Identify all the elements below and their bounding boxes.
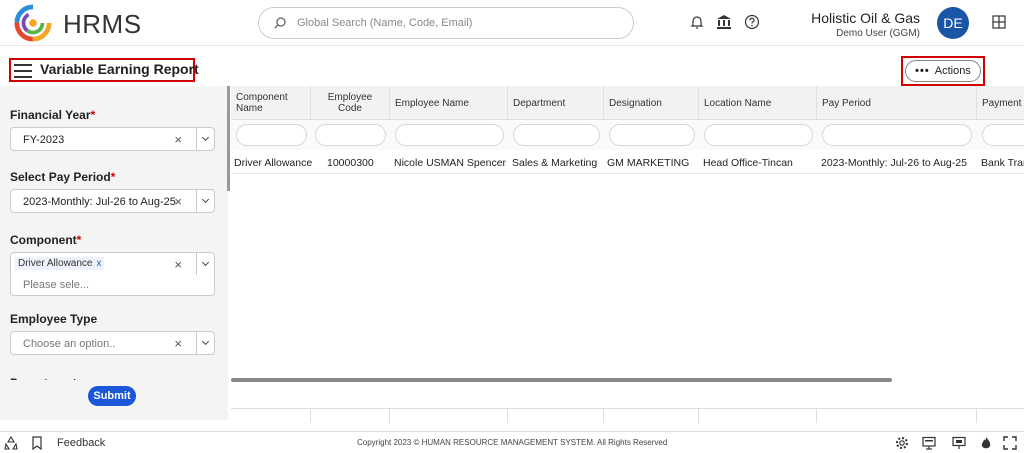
chip-remove-icon[interactable]: x [96,258,101,269]
filter-sidebar: Financial Year* FY-2023 × Select Pay Per… [0,86,228,420]
pay-period-value: 2023-Monthly: Jul-26 to Aug-25 [23,196,176,208]
bell-icon[interactable] [689,14,705,30]
chevron-down-icon[interactable] [196,332,214,354]
clear-icon[interactable]: × [174,336,182,351]
top-bar: HRMS Holistic Oil & Gas Demo User (GGM) … [0,0,1024,46]
column-filter-input[interactable] [395,124,504,146]
bottom-bar: Feedback Copyright 2023 © HUMAN RESOURCE… [0,431,1024,453]
hrms-logo-icon[interactable] [14,4,52,42]
monitor-icon[interactable] [922,436,936,450]
avatar[interactable]: DE [937,7,969,39]
column-filter-input[interactable] [609,124,695,146]
pay-period-select[interactable]: 2023-Monthly: Jul-26 to Aug-25 × [10,189,215,213]
employee-type-placeholder: Choose an option.. [23,338,116,350]
component-label: Component* [10,233,82,247]
table-cell: 2023-Monthly: Jul-26 to Aug-25 [821,157,967,169]
column-filter-input[interactable] [315,124,386,146]
column-header[interactable]: Employee Code [311,86,390,120]
column-header[interactable]: Employee Name [390,86,508,120]
submit-button[interactable]: Submit [88,386,136,406]
column-header[interactable]: Designation [604,86,699,120]
clear-icon[interactable]: × [174,194,182,209]
flame-icon[interactable] [979,436,993,450]
component-chip: Driver Allowance x [15,257,105,270]
financial-year-label: Financial Year* [10,108,96,122]
column-filter-input[interactable] [513,124,600,146]
feedback-link[interactable]: Feedback [57,437,105,449]
more-dots-icon: ••• [915,65,930,77]
financial-year-value: FY-2023 [23,134,65,146]
column-header[interactable]: Department [508,86,604,120]
company-info: Holistic Oil & Gas Demo User (GGM) [760,10,920,39]
bookmark-icon[interactable] [30,436,44,450]
menu-icon[interactable] [14,64,32,78]
table-cell: 10000300 [327,157,374,169]
presentation-icon[interactable] [952,436,966,450]
actions-label: Actions [934,65,971,77]
gear-icon[interactable] [895,436,909,450]
column-filter-input[interactable] [982,124,1024,146]
recycle-icon[interactable] [4,436,18,450]
table-cell: Bank Tran [981,157,1024,169]
table-cell: GM MARKETING [607,157,690,169]
table-row[interactable]: Driver Allowance 10000300 Nicole USMAN S… [231,150,1024,174]
pay-period-label: Select Pay Period* [10,170,116,184]
column-filter-input[interactable] [704,124,813,146]
chevron-down-icon[interactable] [196,190,214,212]
department-label: Department [10,376,77,380]
column-header[interactable]: Component Name [231,86,311,120]
help-icon[interactable] [744,14,760,30]
search-input[interactable] [297,13,617,33]
clear-icon[interactable]: × [174,257,182,272]
table-cell: Head Office-Tincan [703,157,793,169]
clear-icon[interactable]: × [174,132,182,147]
user-name: Demo User (GGM) [836,28,920,39]
column-header[interactable]: Location Name [699,86,817,120]
component-multiselect[interactable]: Driver Allowance x Please sele... × [10,252,215,296]
sidebar-scrollbar[interactable] [227,86,230,191]
table-header: Component Name Employee Code Employee Na… [231,86,1024,120]
table-cell: Nicole USMAN Spencer [394,157,507,169]
column-header[interactable]: Payment [977,86,1024,120]
actions-button[interactable]: ••• Actions [905,60,981,82]
financial-year-select[interactable]: FY-2023 × [10,127,215,151]
table-cell: Sales & Marketing [512,157,598,169]
global-search[interactable] [258,7,634,39]
chevron-down-icon[interactable] [196,253,214,275]
chevron-down-icon[interactable] [196,128,214,150]
table-cell: Driver Allowance [234,157,313,169]
expand-icon[interactable] [1003,436,1017,450]
search-icon [274,17,286,29]
table-footer-row [231,408,1024,423]
column-header[interactable]: Pay Period [817,86,977,120]
component-placeholder[interactable]: Please sele... [23,279,89,291]
brand-name: HRMS [63,9,142,39]
app-grid-icon[interactable] [992,15,1006,29]
table-horizontal-scrollbar[interactable] [231,378,892,382]
page-title: Variable Earning Report [40,61,199,77]
company-name: Holistic Oil & Gas [811,10,920,26]
column-filter-row [231,120,1024,150]
report-table: Component Name Employee Code Employee Na… [231,86,1024,420]
copyright-text: Copyright 2023 © HUMAN RESOURCE MANAGEME… [357,438,668,447]
column-filter-input[interactable] [822,124,972,146]
employee-type-label: Employee Type [10,312,98,326]
column-filter-input[interactable] [236,124,307,146]
bank-icon[interactable] [716,14,732,30]
employee-type-select[interactable]: Choose an option.. × [10,331,215,355]
